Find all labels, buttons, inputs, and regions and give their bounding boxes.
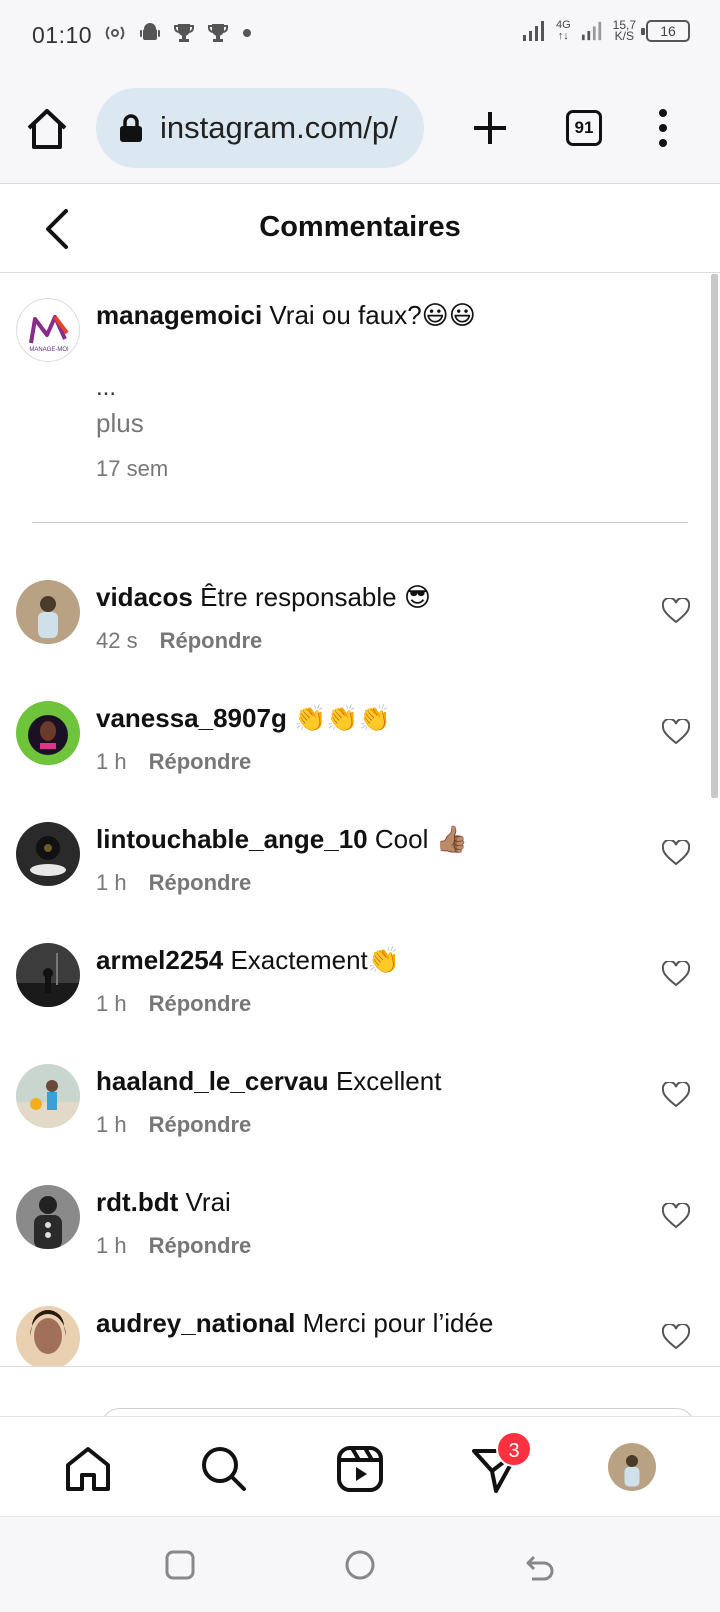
comment-username[interactable]: haaland_le_cervau <box>96 1066 329 1096</box>
reply-button[interactable]: Répondre <box>149 749 252 774</box>
comment-item: lintouchable_ange_10 Cool 👍🏽 1 h Répondre <box>0 812 700 936</box>
comment-item: armel2254 Exactement👏 1 h Répondre <box>0 933 700 1057</box>
search-icon[interactable] <box>198 1443 250 1495</box>
home-icon[interactable] <box>62 1443 114 1495</box>
new-tab-icon[interactable] <box>470 108 510 148</box>
status-time: 01:10 <box>32 22 93 48</box>
heart-icon[interactable] <box>662 598 690 624</box>
reels-icon[interactable] <box>334 1443 386 1495</box>
comment-item: vanessa_8907g 👏👏👏 1 h Répondre <box>0 691 700 815</box>
heart-icon[interactable] <box>662 1082 690 1108</box>
url-text: instagram.com/p/ <box>160 110 398 145</box>
home-circle-icon[interactable] <box>344 1549 376 1581</box>
avatar[interactable] <box>16 1306 80 1366</box>
divider <box>32 522 688 523</box>
comment-item: vidacos Être responsable 😎 42 s Répondre <box>0 570 700 694</box>
comments-header: Commentaires <box>0 185 720 273</box>
caption-more-link[interactable]: plus <box>96 408 144 439</box>
system-nav-bar <box>0 1516 720 1612</box>
comment-text: 👏👏👏 <box>294 703 392 733</box>
bottom-nav: 3 <box>0 1416 720 1516</box>
comment-text: Merci pour l’idée <box>302 1308 494 1338</box>
heart-icon[interactable] <box>662 840 690 866</box>
profile-avatar[interactable] <box>608 1443 656 1491</box>
caption-time: 17 sem <box>96 456 169 481</box>
comment-text: Excellent <box>335 1066 442 1096</box>
comment-item: audrey_national Merci pour l’idée <box>0 1296 700 1366</box>
back-icon[interactable] <box>524 1549 556 1581</box>
caption-username[interactable]: managemoici <box>96 300 262 330</box>
signal-icon <box>581 21 601 41</box>
comment-time: 1 h <box>96 991 127 1016</box>
signal-icon <box>522 21 544 41</box>
comment-time: 1 h <box>96 1233 127 1258</box>
avatar[interactable] <box>16 1185 80 1249</box>
avatar[interactable]: MANAGE-MOI <box>16 298 80 362</box>
tab-switcher-button[interactable]: 91 <box>566 110 602 146</box>
reply-button[interactable]: Répondre <box>149 1112 252 1137</box>
comment-text: Exactement👏 <box>230 945 401 975</box>
tab-count: 91 <box>574 118 594 137</box>
dot-icon <box>243 29 251 37</box>
browser-home-icon[interactable] <box>24 106 70 152</box>
comment-text: Être responsable 😎 <box>200 582 431 612</box>
avatar[interactable] <box>16 822 80 886</box>
comment-time: 1 h <box>96 1112 127 1137</box>
caption-text: managemoici Vrai ou faux?😃😃 <box>96 300 476 331</box>
divider <box>0 1366 720 1367</box>
comment-username[interactable]: vanessa_8907g <box>96 703 287 733</box>
comment-time: 42 s <box>96 628 138 653</box>
hotspot-icon <box>105 26 125 40</box>
svg-text:MANAGE-MOI: MANAGE-MOI <box>29 347 69 353</box>
scrollbar[interactable] <box>711 274 718 798</box>
more-options-icon[interactable] <box>656 108 670 148</box>
comment-username[interactable]: armel2254 <box>96 945 223 975</box>
comment-username[interactable]: vidacos <box>96 582 193 612</box>
page-title: Commentaires <box>259 211 461 243</box>
lock-icon <box>120 114 142 142</box>
notification-badge: 3 <box>496 1431 532 1467</box>
status-bar: 01:10 4G ↑↓ 15,7 K/S 16 <box>0 0 720 72</box>
battery-icon: 16 <box>641 20 690 42</box>
network-type: 4G ↑↓ <box>555 19 571 42</box>
comment-item: haaland_le_cervau Excellent 1 h Répondre <box>0 1054 700 1178</box>
browser-toolbar: instagram.com/p/ 91 <box>0 72 720 184</box>
avatar[interactable] <box>16 1064 80 1128</box>
reply-button[interactable]: Répondre <box>149 1233 252 1258</box>
trophy-icon <box>208 24 228 42</box>
caption-ellipsis: ... <box>96 374 117 401</box>
avatar[interactable] <box>16 580 80 644</box>
comment-username[interactable]: audrey_national <box>96 1308 295 1338</box>
avatar[interactable] <box>16 943 80 1007</box>
heart-icon[interactable] <box>662 1324 690 1350</box>
comments-list: vidacos Être responsable 😎 42 s Répondre … <box>0 570 700 1366</box>
comment-time: 1 h <box>96 749 127 774</box>
heart-icon[interactable] <box>662 719 690 745</box>
reply-button[interactable]: Répondre <box>149 991 252 1016</box>
status-notification-icons <box>104 22 252 44</box>
status-system-icons: 4G ↑↓ 15,7 K/S 16 <box>522 18 690 43</box>
comment-username[interactable]: rdt.bdt <box>96 1187 178 1217</box>
android-icon <box>140 23 160 40</box>
recents-icon[interactable] <box>164 1549 196 1581</box>
trophy-icon <box>174 24 194 42</box>
comment-text: Vrai <box>185 1187 231 1217</box>
avatar[interactable] <box>16 701 80 765</box>
reply-button[interactable]: Répondre <box>160 628 263 653</box>
managemoi-logo: MANAGE-MOI <box>29 315 69 353</box>
heart-icon[interactable] <box>662 1203 690 1229</box>
network-speed: 15,7 K/S <box>612 18 636 43</box>
url-bar[interactable]: instagram.com/p/ <box>96 88 424 168</box>
reply-button[interactable]: Répondre <box>149 870 252 895</box>
comment-username[interactable]: lintouchable_ange_10 <box>96 824 368 854</box>
caption-body: Vrai ou faux?😃😃 <box>269 300 476 330</box>
comment-text: Cool 👍🏽 <box>374 824 468 854</box>
comment-time: 1 h <box>96 870 127 895</box>
comment-item: rdt.bdt Vrai 1 h Répondre <box>0 1175 700 1299</box>
heart-icon[interactable] <box>662 961 690 987</box>
